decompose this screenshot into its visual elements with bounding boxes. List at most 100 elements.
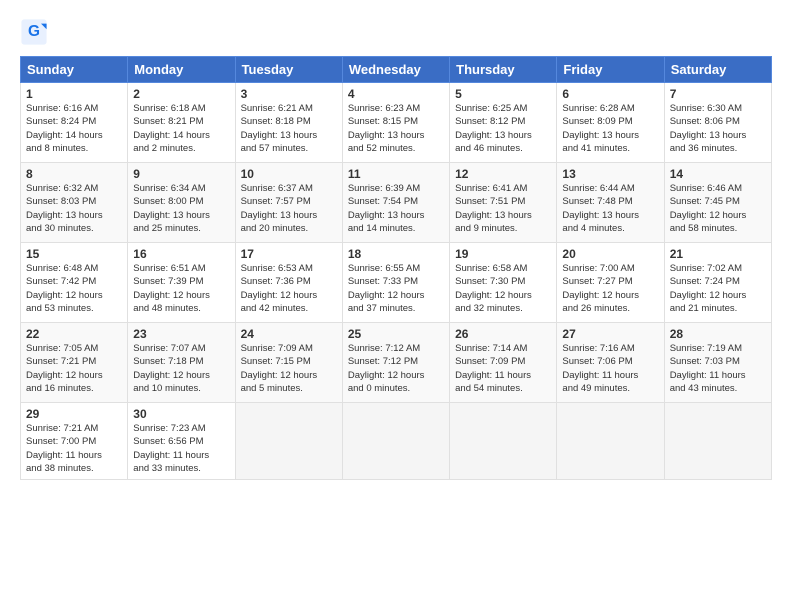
logo: G	[20, 18, 52, 46]
day-number: 26	[455, 327, 551, 341]
day-cell: 2Sunrise: 6:18 AM Sunset: 8:21 PM Daylig…	[128, 83, 235, 163]
day-cell: 11Sunrise: 6:39 AM Sunset: 7:54 PM Dayli…	[342, 163, 449, 243]
week-row-1: 1Sunrise: 6:16 AM Sunset: 8:24 PM Daylig…	[21, 83, 772, 163]
day-cell: 30Sunrise: 7:23 AM Sunset: 6:56 PM Dayli…	[128, 403, 235, 480]
day-info: Sunrise: 6:48 AM Sunset: 7:42 PM Dayligh…	[26, 262, 122, 315]
day-info: Sunrise: 6:16 AM Sunset: 8:24 PM Dayligh…	[26, 102, 122, 155]
weekday-header-saturday: Saturday	[664, 57, 771, 83]
day-info: Sunrise: 7:05 AM Sunset: 7:21 PM Dayligh…	[26, 342, 122, 395]
day-number: 25	[348, 327, 444, 341]
day-cell: 13Sunrise: 6:44 AM Sunset: 7:48 PM Dayli…	[557, 163, 664, 243]
day-info: Sunrise: 7:12 AM Sunset: 7:12 PM Dayligh…	[348, 342, 444, 395]
day-number: 17	[241, 247, 337, 261]
day-cell: 4Sunrise: 6:23 AM Sunset: 8:15 PM Daylig…	[342, 83, 449, 163]
day-info: Sunrise: 6:55 AM Sunset: 7:33 PM Dayligh…	[348, 262, 444, 315]
week-row-2: 8Sunrise: 6:32 AM Sunset: 8:03 PM Daylig…	[21, 163, 772, 243]
day-info: Sunrise: 6:39 AM Sunset: 7:54 PM Dayligh…	[348, 182, 444, 235]
page: G SundayMondayTuesdayWednesdayThursdayFr…	[0, 0, 792, 612]
weekday-header-tuesday: Tuesday	[235, 57, 342, 83]
day-cell: 3Sunrise: 6:21 AM Sunset: 8:18 PM Daylig…	[235, 83, 342, 163]
weekday-header-friday: Friday	[557, 57, 664, 83]
day-number: 19	[455, 247, 551, 261]
day-info: Sunrise: 6:46 AM Sunset: 7:45 PM Dayligh…	[670, 182, 766, 235]
day-number: 23	[133, 327, 229, 341]
day-cell: 22Sunrise: 7:05 AM Sunset: 7:21 PM Dayli…	[21, 323, 128, 403]
day-info: Sunrise: 7:00 AM Sunset: 7:27 PM Dayligh…	[562, 262, 658, 315]
day-cell: 19Sunrise: 6:58 AM Sunset: 7:30 PM Dayli…	[450, 243, 557, 323]
day-cell: 23Sunrise: 7:07 AM Sunset: 7:18 PM Dayli…	[128, 323, 235, 403]
day-number: 9	[133, 167, 229, 181]
day-number: 24	[241, 327, 337, 341]
day-info: Sunrise: 6:34 AM Sunset: 8:00 PM Dayligh…	[133, 182, 229, 235]
day-info: Sunrise: 6:28 AM Sunset: 8:09 PM Dayligh…	[562, 102, 658, 155]
day-info: Sunrise: 6:58 AM Sunset: 7:30 PM Dayligh…	[455, 262, 551, 315]
day-cell: 15Sunrise: 6:48 AM Sunset: 7:42 PM Dayli…	[21, 243, 128, 323]
weekday-header-monday: Monday	[128, 57, 235, 83]
day-info: Sunrise: 7:02 AM Sunset: 7:24 PM Dayligh…	[670, 262, 766, 315]
day-number: 15	[26, 247, 122, 261]
day-number: 12	[455, 167, 551, 181]
day-info: Sunrise: 7:19 AM Sunset: 7:03 PM Dayligh…	[670, 342, 766, 395]
day-info: Sunrise: 6:53 AM Sunset: 7:36 PM Dayligh…	[241, 262, 337, 315]
day-cell	[450, 403, 557, 480]
day-number: 16	[133, 247, 229, 261]
day-number: 18	[348, 247, 444, 261]
day-cell: 9Sunrise: 6:34 AM Sunset: 8:00 PM Daylig…	[128, 163, 235, 243]
day-info: Sunrise: 6:32 AM Sunset: 8:03 PM Dayligh…	[26, 182, 122, 235]
day-cell: 8Sunrise: 6:32 AM Sunset: 8:03 PM Daylig…	[21, 163, 128, 243]
day-info: Sunrise: 6:37 AM Sunset: 7:57 PM Dayligh…	[241, 182, 337, 235]
week-row-5: 29Sunrise: 7:21 AM Sunset: 7:00 PM Dayli…	[21, 403, 772, 480]
day-cell: 5Sunrise: 6:25 AM Sunset: 8:12 PM Daylig…	[450, 83, 557, 163]
weekday-header-thursday: Thursday	[450, 57, 557, 83]
day-cell	[342, 403, 449, 480]
day-info: Sunrise: 6:30 AM Sunset: 8:06 PM Dayligh…	[670, 102, 766, 155]
week-row-3: 15Sunrise: 6:48 AM Sunset: 7:42 PM Dayli…	[21, 243, 772, 323]
day-number: 11	[348, 167, 444, 181]
day-cell: 17Sunrise: 6:53 AM Sunset: 7:36 PM Dayli…	[235, 243, 342, 323]
day-cell: 7Sunrise: 6:30 AM Sunset: 8:06 PM Daylig…	[664, 83, 771, 163]
week-row-4: 22Sunrise: 7:05 AM Sunset: 7:21 PM Dayli…	[21, 323, 772, 403]
day-info: Sunrise: 6:25 AM Sunset: 8:12 PM Dayligh…	[455, 102, 551, 155]
day-info: Sunrise: 7:16 AM Sunset: 7:06 PM Dayligh…	[562, 342, 658, 395]
day-cell: 1Sunrise: 6:16 AM Sunset: 8:24 PM Daylig…	[21, 83, 128, 163]
day-cell: 16Sunrise: 6:51 AM Sunset: 7:39 PM Dayli…	[128, 243, 235, 323]
day-number: 1	[26, 87, 122, 101]
calendar: SundayMondayTuesdayWednesdayThursdayFrid…	[20, 56, 772, 480]
day-cell: 28Sunrise: 7:19 AM Sunset: 7:03 PM Dayli…	[664, 323, 771, 403]
day-number: 3	[241, 87, 337, 101]
day-cell: 12Sunrise: 6:41 AM Sunset: 7:51 PM Dayli…	[450, 163, 557, 243]
day-number: 21	[670, 247, 766, 261]
day-cell: 18Sunrise: 6:55 AM Sunset: 7:33 PM Dayli…	[342, 243, 449, 323]
day-cell: 27Sunrise: 7:16 AM Sunset: 7:06 PM Dayli…	[557, 323, 664, 403]
day-info: Sunrise: 7:14 AM Sunset: 7:09 PM Dayligh…	[455, 342, 551, 395]
svg-text:G: G	[28, 23, 40, 40]
day-cell: 10Sunrise: 6:37 AM Sunset: 7:57 PM Dayli…	[235, 163, 342, 243]
weekday-header-row: SundayMondayTuesdayWednesdayThursdayFrid…	[21, 57, 772, 83]
day-info: Sunrise: 6:18 AM Sunset: 8:21 PM Dayligh…	[133, 102, 229, 155]
day-number: 10	[241, 167, 337, 181]
day-cell: 21Sunrise: 7:02 AM Sunset: 7:24 PM Dayli…	[664, 243, 771, 323]
day-info: Sunrise: 6:21 AM Sunset: 8:18 PM Dayligh…	[241, 102, 337, 155]
day-number: 20	[562, 247, 658, 261]
day-number: 30	[133, 407, 229, 421]
day-info: Sunrise: 7:21 AM Sunset: 7:00 PM Dayligh…	[26, 422, 122, 475]
day-cell: 6Sunrise: 6:28 AM Sunset: 8:09 PM Daylig…	[557, 83, 664, 163]
day-number: 27	[562, 327, 658, 341]
day-info: Sunrise: 6:51 AM Sunset: 7:39 PM Dayligh…	[133, 262, 229, 315]
day-info: Sunrise: 6:23 AM Sunset: 8:15 PM Dayligh…	[348, 102, 444, 155]
day-cell: 25Sunrise: 7:12 AM Sunset: 7:12 PM Dayli…	[342, 323, 449, 403]
header: G	[20, 18, 772, 46]
day-number: 6	[562, 87, 658, 101]
day-number: 14	[670, 167, 766, 181]
weekday-header-wednesday: Wednesday	[342, 57, 449, 83]
day-info: Sunrise: 7:09 AM Sunset: 7:15 PM Dayligh…	[241, 342, 337, 395]
day-cell	[557, 403, 664, 480]
day-number: 5	[455, 87, 551, 101]
day-number: 7	[670, 87, 766, 101]
weekday-header-sunday: Sunday	[21, 57, 128, 83]
day-number: 2	[133, 87, 229, 101]
day-number: 29	[26, 407, 122, 421]
day-info: Sunrise: 6:41 AM Sunset: 7:51 PM Dayligh…	[455, 182, 551, 235]
day-number: 13	[562, 167, 658, 181]
logo-icon: G	[20, 18, 48, 46]
